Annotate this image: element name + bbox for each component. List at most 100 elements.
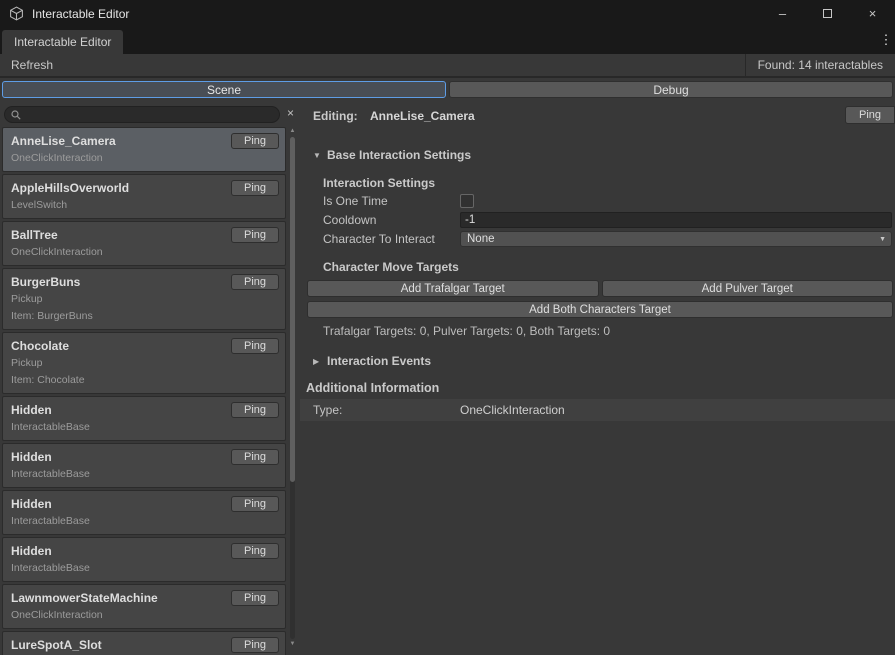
- ping-button[interactable]: Ping: [231, 227, 279, 243]
- window-title: Interactable Editor: [32, 7, 129, 21]
- list-item[interactable]: Hidden InteractableBase Ping: [2, 396, 286, 441]
- is-one-time-label: Is One Time: [323, 193, 388, 210]
- refresh-button[interactable]: Refresh: [0, 54, 64, 76]
- dropdown-value: None: [467, 233, 495, 245]
- window-controls: – ×: [760, 0, 895, 27]
- add-pulver-target-button[interactable]: Add Pulver Target: [602, 280, 894, 297]
- ping-button[interactable]: Ping: [231, 274, 279, 290]
- minimize-icon: –: [779, 6, 786, 21]
- ping-button[interactable]: Ping: [231, 180, 279, 196]
- interaction-settings-header: Interaction Settings: [300, 175, 895, 192]
- item-subtitle: InteractableBase: [11, 515, 277, 528]
- scroll-down-icon[interactable]: ▼: [288, 640, 297, 649]
- interactable-editor-window: { "colors": { "accent_blue": "#5e9de6", …: [0, 0, 895, 655]
- close-button[interactable]: ×: [850, 0, 895, 27]
- found-count: Found: 14 interactables: [745, 54, 895, 76]
- list-item[interactable]: LureSpotA_Slot Ping: [2, 631, 286, 655]
- list-item[interactable]: AppleHillsOverworld LevelSwitch Ping: [2, 174, 286, 219]
- kebab-menu-icon[interactable]: ⋮: [877, 32, 895, 54]
- toolbar: Refresh Found: 14 interactables: [0, 54, 895, 78]
- close-icon: ×: [869, 6, 877, 21]
- base-settings-foldout[interactable]: ▼ Base Interaction Settings: [300, 147, 895, 164]
- list-item[interactable]: Chocolate Pickup Item: Chocolate Ping: [2, 332, 286, 394]
- scene-list-panel: × AnneLise_Camera OneClickInteraction Pi…: [0, 99, 298, 655]
- maximize-icon: [823, 9, 832, 18]
- interaction-events-foldout[interactable]: ▶ Interaction Events: [300, 353, 895, 370]
- foldout-closed-icon: ▶: [313, 357, 319, 366]
- ping-button[interactable]: Ping: [231, 402, 279, 418]
- scrollbar-thumb[interactable]: [290, 137, 295, 482]
- list-item[interactable]: LawnmowerStateMachine OneClickInteractio…: [2, 584, 286, 629]
- ping-button[interactable]: Ping: [231, 496, 279, 512]
- targets-summary-row: Trafalgar Targets: 0, Pulver Targets: 0,…: [300, 323, 895, 340]
- character-to-interact-label: Character To Interact: [323, 231, 435, 248]
- tab-interactable-editor[interactable]: Interactable Editor: [2, 30, 123, 54]
- minimize-button[interactable]: –: [760, 0, 805, 27]
- maximize-button[interactable]: [805, 0, 850, 27]
- item-subtitle: OneClickInteraction: [11, 609, 277, 622]
- item-subtitle: Pickup: [11, 357, 277, 370]
- editing-label: Editing:: [313, 108, 358, 125]
- additional-information-header: Additional Information: [300, 380, 895, 397]
- ping-button[interactable]: Ping: [231, 449, 279, 465]
- ping-button[interactable]: Ping: [231, 543, 279, 559]
- is-one-time-row: Is One Time: [300, 193, 895, 210]
- section-header: Additional Information: [306, 380, 439, 397]
- inspector-panel: Editing: AnneLise_Camera Ping ▼ Base Int…: [300, 99, 895, 655]
- add-both-characters-target-button[interactable]: Add Both Characters Target: [307, 301, 893, 318]
- list-item[interactable]: Hidden InteractableBase Ping: [2, 443, 286, 488]
- item-subtitle: LevelSwitch: [11, 199, 277, 212]
- tab-debug[interactable]: Debug: [449, 81, 893, 98]
- ping-button[interactable]: Ping: [231, 338, 279, 354]
- scroll-up-icon[interactable]: ▲: [288, 127, 297, 136]
- search-icon: [11, 110, 21, 120]
- item-subtitle: Item: BurgerBuns: [11, 310, 277, 323]
- search-field: [4, 106, 280, 123]
- list-item[interactable]: BurgerBuns Pickup Item: BurgerBuns Ping: [2, 268, 286, 330]
- add-target-buttons-row: Add Trafalgar Target Add Pulver Target: [307, 280, 893, 297]
- ping-button[interactable]: Ping: [231, 133, 279, 149]
- interactable-list: AnneLise_Camera OneClickInteraction Ping…: [2, 127, 286, 655]
- list-item[interactable]: AnneLise_Camera OneClickInteraction Ping: [2, 127, 286, 172]
- list-item[interactable]: Hidden InteractableBase Ping: [2, 490, 286, 535]
- item-subtitle: OneClickInteraction: [11, 246, 277, 259]
- add-trafalgar-target-button[interactable]: Add Trafalgar Target: [307, 280, 599, 297]
- character-to-interact-row: Character To Interact None ▼: [300, 231, 895, 248]
- chevron-down-icon: ▼: [879, 236, 886, 244]
- item-subtitle: InteractableBase: [11, 562, 277, 575]
- targets-summary: Trafalgar Targets: 0, Pulver Targets: 0,…: [323, 323, 610, 340]
- list-item[interactable]: Hidden InteractableBase Ping: [2, 537, 286, 582]
- is-one-time-checkbox[interactable]: [460, 194, 474, 208]
- list-item[interactable]: BallTree OneClickInteraction Ping: [2, 221, 286, 266]
- add-both-row: Add Both Characters Target: [307, 301, 893, 318]
- list-scrollbar[interactable]: ▲ ▼: [288, 127, 297, 649]
- clear-search-icon[interactable]: ×: [284, 105, 297, 121]
- titlebar: Interactable Editor – ×: [0, 0, 895, 27]
- ping-button[interactable]: Ping: [231, 590, 279, 606]
- item-subtitle: Item: Chocolate: [11, 374, 277, 387]
- item-subtitle: Pickup: [11, 293, 277, 306]
- doc-tabstrip: Interactable Editor ⋮: [0, 27, 895, 54]
- section-header: Interaction Settings: [323, 175, 435, 192]
- item-subtitle: OneClickInteraction: [11, 152, 277, 165]
- item-subtitle: InteractableBase: [11, 421, 277, 434]
- foldout-label: Base Interaction Settings: [327, 147, 471, 164]
- editing-value: AnneLise_Camera: [370, 108, 475, 125]
- cooldown-field[interactable]: [460, 212, 892, 228]
- foldout-open-icon: ▼: [313, 151, 321, 160]
- foldout-label: Interaction Events: [327, 353, 431, 370]
- app-icon: [9, 6, 24, 21]
- move-targets-header: Character Move Targets: [300, 259, 895, 276]
- type-value: OneClickInteraction: [460, 399, 565, 421]
- search-input[interactable]: [25, 109, 273, 121]
- inspector-ping-button[interactable]: Ping: [845, 106, 895, 124]
- cooldown-label: Cooldown: [323, 212, 376, 229]
- type-label: Type:: [313, 399, 342, 421]
- type-row: Type: OneClickInteraction: [300, 399, 895, 421]
- tab-scene[interactable]: Scene: [2, 81, 446, 98]
- character-to-interact-dropdown[interactable]: None ▼: [460, 231, 892, 247]
- item-subtitle: InteractableBase: [11, 468, 277, 481]
- editing-row: Editing: AnneLise_Camera: [300, 108, 895, 125]
- ping-button[interactable]: Ping: [231, 637, 279, 653]
- section-header: Character Move Targets: [323, 259, 459, 276]
